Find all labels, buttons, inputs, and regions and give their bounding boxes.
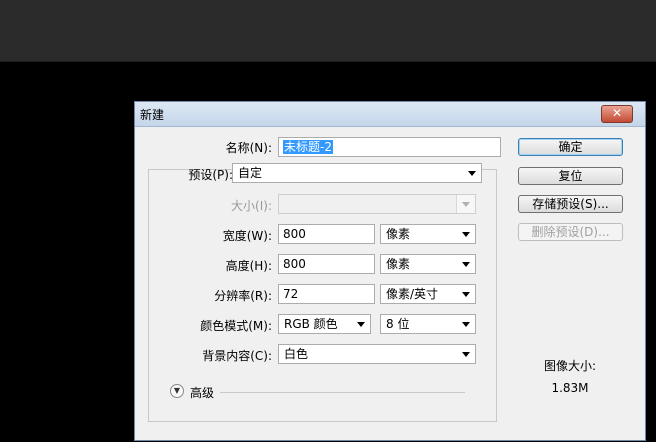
color-mode-select[interactable]: RGB 颜色 — [278, 314, 371, 334]
bit-depth-value: 8 位 — [386, 317, 410, 331]
width-input[interactable]: 800 — [278, 224, 375, 244]
image-size-label: 图像大小: — [543, 359, 597, 373]
dropdown-arrow-icon — [462, 322, 470, 327]
image-size-value: 1.83M — [551, 381, 589, 395]
chevron-double-down-icon: ▼ — [173, 386, 181, 395]
close-button[interactable]: ✕ — [601, 105, 633, 123]
app-options-bar — [0, 0, 656, 62]
width-unit-value: 像素 — [386, 227, 411, 241]
reset-button[interactable]: 复位 — [518, 167, 623, 185]
height-unit-value: 像素 — [386, 257, 411, 271]
color-mode-value: RGB 颜色 — [284, 317, 338, 331]
dropdown-arrow-icon — [462, 352, 470, 357]
dropdown-arrow-icon — [462, 262, 470, 267]
background-value: 白色 — [284, 347, 309, 361]
close-icon: ✕ — [611, 106, 623, 120]
preset-label: 预设(P): — [188, 168, 233, 182]
advanced-label[interactable]: 高级 — [190, 384, 214, 401]
height-label: 高度(H): — [225, 259, 272, 273]
preset-select[interactable]: 自定 — [232, 163, 482, 183]
width-label: 宽度(W): — [222, 229, 272, 243]
new-document-dialog: 新建 ✕ 名称(N): 未标题-2 预设(P): 自定 大小(I): 宽度(W)… — [134, 101, 646, 441]
delete-preset-button[interactable]: 删除预设(D)... — [518, 223, 623, 241]
dialog-title: 新建 — [140, 108, 165, 122]
name-label: 名称(N): — [225, 141, 272, 155]
height-unit-select[interactable]: 像素 — [380, 254, 476, 274]
resolution-input[interactable]: 72 — [278, 284, 375, 304]
resolution-input-value: 72 — [283, 287, 299, 301]
height-input[interactable]: 800 — [278, 254, 375, 274]
dropdown-arrow-icon — [357, 322, 365, 327]
dialog-content: 名称(N): 未标题-2 预设(P): 自定 大小(I): 宽度(W): 800… — [135, 127, 645, 442]
color-mode-label: 颜色模式(M): — [200, 319, 272, 333]
size-label: 大小(I): — [231, 199, 272, 213]
background-label: 背景内容(C): — [202, 349, 272, 363]
advanced-divider — [220, 392, 465, 393]
name-input-value: 未标题-2 — [283, 140, 333, 154]
size-select[interactable] — [278, 194, 476, 214]
dialog-titlebar[interactable]: 新建 ✕ — [135, 102, 645, 127]
dropdown-arrow-icon — [462, 232, 470, 237]
preset-select-value: 自定 — [238, 166, 263, 180]
dropdown-arrow-icon — [462, 292, 470, 297]
width-input-value: 800 — [283, 227, 306, 241]
background-select[interactable]: 白色 — [278, 344, 476, 364]
options-bar-divider — [0, 61, 656, 62]
name-input[interactable]: 未标题-2 — [278, 137, 501, 157]
dropdown-arrow-icon — [468, 171, 476, 176]
resolution-label: 分辨率(R): — [214, 289, 272, 303]
bit-depth-select[interactable]: 8 位 — [380, 314, 476, 334]
resolution-unit-value: 像素/英寸 — [386, 287, 439, 301]
advanced-toggle-button[interactable]: ▼ — [170, 384, 184, 398]
resolution-unit-select[interactable]: 像素/英寸 — [380, 284, 476, 304]
ok-button[interactable]: 确定 — [518, 138, 623, 156]
save-preset-button[interactable]: 存储预设(S)... — [518, 195, 623, 213]
dropdown-arrow-icon — [462, 202, 470, 207]
height-input-value: 800 — [283, 257, 306, 271]
width-unit-select[interactable]: 像素 — [380, 224, 476, 244]
